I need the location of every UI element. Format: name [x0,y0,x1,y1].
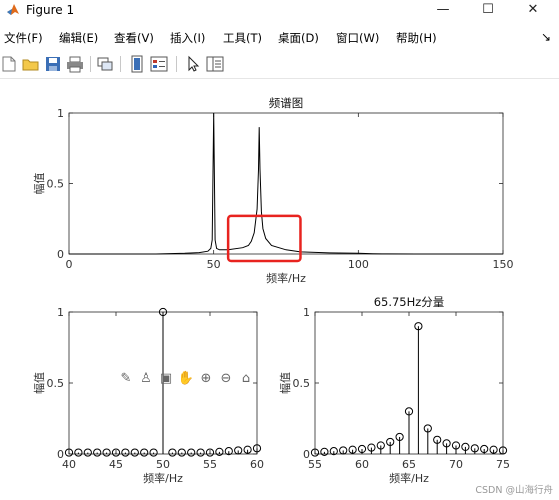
figure-canvas: 0 50 100 150 0 0.5 1 频谱图频率/Hz 幅值 40 45 50 55 60 0 0.5 1 频… [0,79,559,500]
x-tick-label: 75 [496,458,510,471]
toolbar-separator [120,56,121,72]
axes-toolbar: ✎ ♙ ▣ ✋ ⊕ ⊖ ⌂ [116,371,256,389]
property-editor-icon[interactable] [206,55,224,73]
maximize-button[interactable]: ☐ [466,0,510,22]
menu-edit[interactable]: 编辑(E) [59,30,98,46]
x-tick-label: 40 [62,458,76,471]
save-icon[interactable] [44,55,62,73]
axes-0 [68,112,504,263]
pointer-icon[interactable] [184,55,202,73]
close-button[interactable]: ✕ [511,0,555,22]
y-tick-label: 0 [57,448,64,461]
x-tick-label: 100 [348,258,369,271]
pan-icon[interactable]: ✋ [176,371,196,386]
x-tick-label: 50 [207,258,221,271]
link-figure-icon[interactable] [96,55,114,73]
y-axis-label: 幅值 [33,372,46,394]
title-bar: Figure 1 — ☐ ✕ [0,0,559,22]
data-tips-icon[interactable]: ♙ [136,371,156,386]
y-tick-label: 1 [57,306,64,319]
y-tick-label: 1 [57,107,64,120]
print-icon[interactable] [66,55,84,73]
home-icon[interactable]: ⌂ [236,371,256,386]
x-tick-label: 45 [109,458,123,471]
y-axis-label: 幅值 [33,173,46,195]
legend-icon[interactable] [150,55,168,73]
x-tick-label: 65 [402,458,416,471]
y-axis-label: 幅值 [279,372,292,394]
toolbar-separator [90,56,91,72]
chart-title: 65.75Hz分量 [374,295,445,309]
menu-help[interactable]: 帮助(H) [396,30,437,46]
brush-icon[interactable]: ✎ [116,371,136,386]
y-tick-label: 0 [303,448,310,461]
x-tick-label: 55 [203,458,217,471]
menu-desktop[interactable]: 桌面(D) [278,30,319,46]
watermark: CSDN @山海行舟 [475,485,553,496]
menu-window[interactable]: 窗口(W) [336,30,379,46]
axes-frame [68,112,504,255]
x-tick-label: 60 [250,458,264,471]
new-file-icon[interactable] [0,55,18,73]
axes-2 [310,311,508,457]
x-tick-label: 55 [308,458,322,471]
dock-arrow-icon[interactable]: ↘ [541,30,551,44]
menu-file[interactable]: 文件(F) [4,30,43,46]
x-tick-label: 150 [493,258,514,271]
minimize-button[interactable]: — [421,0,465,22]
window-title: Figure 1 [26,3,75,17]
figure-plots: 0 50 100 150 0 0.5 1 频谱图频率/Hz 幅值 40 45 50 55 60 0 0.5 1 频… [33,96,514,485]
zoom-out-icon[interactable]: ⊖ [216,371,236,386]
x-tick-label: 70 [449,458,463,471]
menu-view[interactable]: 查看(V) [114,30,154,46]
chart-title: 频谱图 [269,96,304,110]
y-tick-label: 0.5 [47,178,65,191]
x-tick-label: 0 [66,258,73,271]
menu-tools[interactable]: 工具(T) [223,30,262,46]
matlab-logo-icon [7,4,19,15]
figure-toolbar [0,52,559,79]
menu-bar: 文件(F) 编辑(E) 查看(V) 插入(I) 工具(T) 桌面(D) 窗口(W… [0,28,559,48]
x-axis-label: 频率/Hz [143,471,183,485]
y-tick-label: 0.5 [293,377,311,390]
x-tick-label: 50 [156,458,170,471]
toolbar-separator [176,56,177,72]
export-icon[interactable]: ▣ [156,371,176,386]
y-tick-label: 1 [303,306,310,319]
x-tick-label: 60 [355,458,369,471]
open-folder-icon[interactable] [22,55,40,73]
y-tick-label: 0 [57,248,64,261]
x-axis-label: 频率/Hz [266,271,306,285]
colorbar-icon[interactable] [128,55,146,73]
menu-insert[interactable]: 插入(I) [170,30,205,46]
y-tick-label: 0.5 [47,377,65,390]
x-axis-label: 频率/Hz [389,471,429,485]
zoom-in-icon[interactable]: ⊕ [196,371,216,386]
